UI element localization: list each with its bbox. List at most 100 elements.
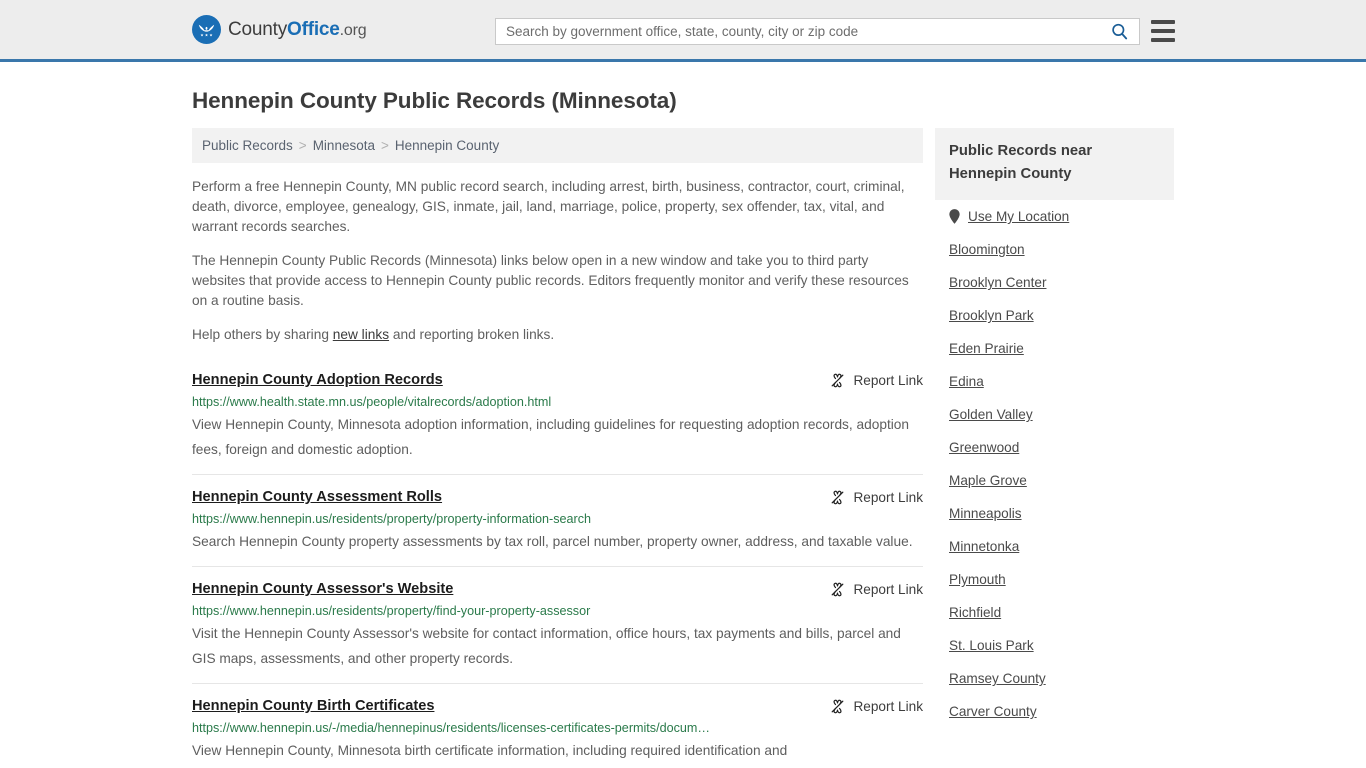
share-text-after: and reporting broken links. [389,327,555,342]
breadcrumb-item-minnesota[interactable]: Minnesota [313,138,375,153]
sidebar-item-label[interactable]: Greenwood [949,440,1019,455]
record-title-link[interactable]: Hennepin County Birth Certificates [192,697,434,715]
intro-paragraph-3: Help others by sharing new links and rep… [192,325,923,345]
breadcrumb: Public Records > Minnesota > Hennepin Co… [192,128,923,163]
sidebar-item-use-my-location[interactable]: Use My Location [935,200,1174,233]
sidebar-item-greenwood[interactable]: Greenwood [935,431,1174,464]
sidebar: Public Records near Hennepin County Use … [935,128,1174,728]
report-link-button[interactable]: Report Link [829,697,923,715]
record-item: Hennepin County Birth Certificates Repor… [192,683,923,768]
map-pin-icon [949,209,960,224]
record-header: Hennepin County Birth Certificates Repor… [192,697,923,715]
sidebar-item-bloomington[interactable]: Bloomington [935,233,1174,266]
site-logo-link[interactable]: CountyOffice.org [192,15,367,44]
broken-link-icon [832,582,844,597]
sidebar-item-maple-grove[interactable]: Maple Grove [935,464,1174,497]
sidebar-item-richfield[interactable]: Richfield [935,596,1174,629]
record-description: Search Hennepin County property assessme… [192,534,913,549]
breadcrumb-item-public-records[interactable]: Public Records [202,138,293,153]
report-link-label: Report Link [853,699,923,714]
sidebar-item-label[interactable]: Richfield [949,605,1001,620]
site-header: CountyOffice.org [0,0,1366,62]
sidebar-item-label[interactable]: Golden Valley [949,407,1033,422]
hamburger-menu-icon[interactable] [1151,20,1175,42]
intro-paragraph-2: The Hennepin County Public Records (Minn… [192,253,909,308]
sidebar-item-ramsey-county[interactable]: Ramsey County [935,662,1174,695]
sidebar-item-label[interactable]: Edina [949,374,984,389]
record-title-link[interactable]: Hennepin County Adoption Records [192,371,443,389]
record-item: Hennepin County Assessor's Website Repor… [192,566,923,683]
record-header: Hennepin County Assessment Rolls Report … [192,488,923,506]
new-links-link[interactable]: new links [333,327,389,342]
sidebar-item-brooklyn-park[interactable]: Brooklyn Park [935,299,1174,332]
page-title: Hennepin County Public Records (Minnesot… [192,88,677,113]
sidebar-heading: Public Records near Hennepin County [935,128,1174,200]
hamburger-bar [1151,29,1175,33]
brand-part-tld: .org [339,21,367,39]
report-link-label: Report Link [853,490,923,505]
sidebar-item-carver-county[interactable]: Carver County [935,695,1174,728]
sidebar-item-label[interactable]: Carver County [949,704,1037,719]
record-item: Hennepin County Assessment Rolls Report … [192,474,923,566]
intro-paragraph-1: Perform a free Hennepin County, MN publi… [192,179,905,234]
sidebar-item-label[interactable]: Plymouth [949,572,1006,587]
sidebar-item-label[interactable]: Minneapolis [949,506,1022,521]
breadcrumb-separator: > [298,138,307,153]
sidebar-item-label[interactable]: St. Louis Park [949,638,1034,653]
sidebar-item-edina[interactable]: Edina [935,365,1174,398]
record-url: https://www.hennepin.us/residents/proper… [192,604,591,618]
record-description: View Hennepin County, Minnesota birth ce… [192,743,788,758]
hamburger-bar [1151,20,1175,24]
report-link-button[interactable]: Report Link [829,371,923,389]
record-header: Hennepin County Assessor's Website Repor… [192,580,923,598]
search-bar[interactable] [495,18,1140,45]
sidebar-item-minneapolis[interactable]: Minneapolis [935,497,1174,530]
sidebar-item-minnetonka[interactable]: Minnetonka [935,530,1174,563]
report-link-label: Report Link [853,582,923,597]
eagle-stars-logo-icon [192,15,221,44]
search-button[interactable] [1106,22,1139,41]
report-link-button[interactable]: Report Link [829,488,923,506]
content-columns: Public Records > Minnesota > Hennepin Co… [192,128,1174,768]
search-icon [1112,23,1128,40]
record-title-link[interactable]: Hennepin County Assessment Rolls [192,488,442,506]
record-title-link[interactable]: Hennepin County Assessor's Website [192,580,453,598]
broken-link-icon [832,699,844,714]
sidebar-item-golden-valley[interactable]: Golden Valley [935,398,1174,431]
brand-part-county: County [228,18,288,40]
hamburger-bar [1151,38,1175,42]
report-link-button[interactable]: Report Link [829,580,923,598]
brand-part-office: Office [287,18,340,40]
record-header: Hennepin County Adoption Records Report … [192,371,923,389]
record-description: Visit the Hennepin County Assessor's web… [192,626,901,666]
record-url: https://www.hennepin.us/-/media/hennepin… [192,721,710,735]
breadcrumb-item-hennepin-county: Hennepin County [394,138,500,153]
sidebar-item-eden-prairie[interactable]: Eden Prairie [935,332,1174,365]
records-list: Hennepin County Adoption Records Report … [192,367,923,768]
sidebar-item-label[interactable]: Use My Location [968,209,1069,224]
sidebar-item-label[interactable]: Bloomington [949,242,1025,257]
main-content: Public Records > Minnesota > Hennepin Co… [192,128,923,768]
report-link-label: Report Link [853,373,923,388]
record-description: View Hennepin County, Minnesota adoption… [192,417,910,457]
record-url: https://www.hennepin.us/residents/proper… [192,512,591,526]
sidebar-item-label[interactable]: Eden Prairie [949,341,1024,356]
sidebar-item-st-louis-park[interactable]: St. Louis Park [935,629,1174,662]
record-item: Hennepin County Adoption Records Report … [192,367,923,474]
page-container: Hennepin County Public Records (Minnesot… [0,88,1366,768]
brand-wordmark: CountyOffice.org [228,18,367,41]
search-input[interactable] [496,19,1106,44]
sidebar-item-label[interactable]: Maple Grove [949,473,1027,488]
sidebar-item-label[interactable]: Ramsey County [949,671,1046,686]
intro-text: Perform a free Hennepin County, MN publi… [192,177,923,345]
sidebar-item-label[interactable]: Minnetonka [949,539,1019,554]
broken-link-icon [832,490,844,505]
broken-link-icon [832,373,844,388]
sidebar-item-brooklyn-center[interactable]: Brooklyn Center [935,266,1174,299]
sidebar-item-label[interactable]: Brooklyn Center [949,275,1046,290]
breadcrumb-separator: > [380,138,389,153]
share-text-before: Help others by sharing [192,327,333,342]
sidebar-item-plymouth[interactable]: Plymouth [935,563,1174,596]
record-url: https://www.health.state.mn.us/people/vi… [192,395,552,409]
sidebar-item-label[interactable]: Brooklyn Park [949,308,1034,323]
